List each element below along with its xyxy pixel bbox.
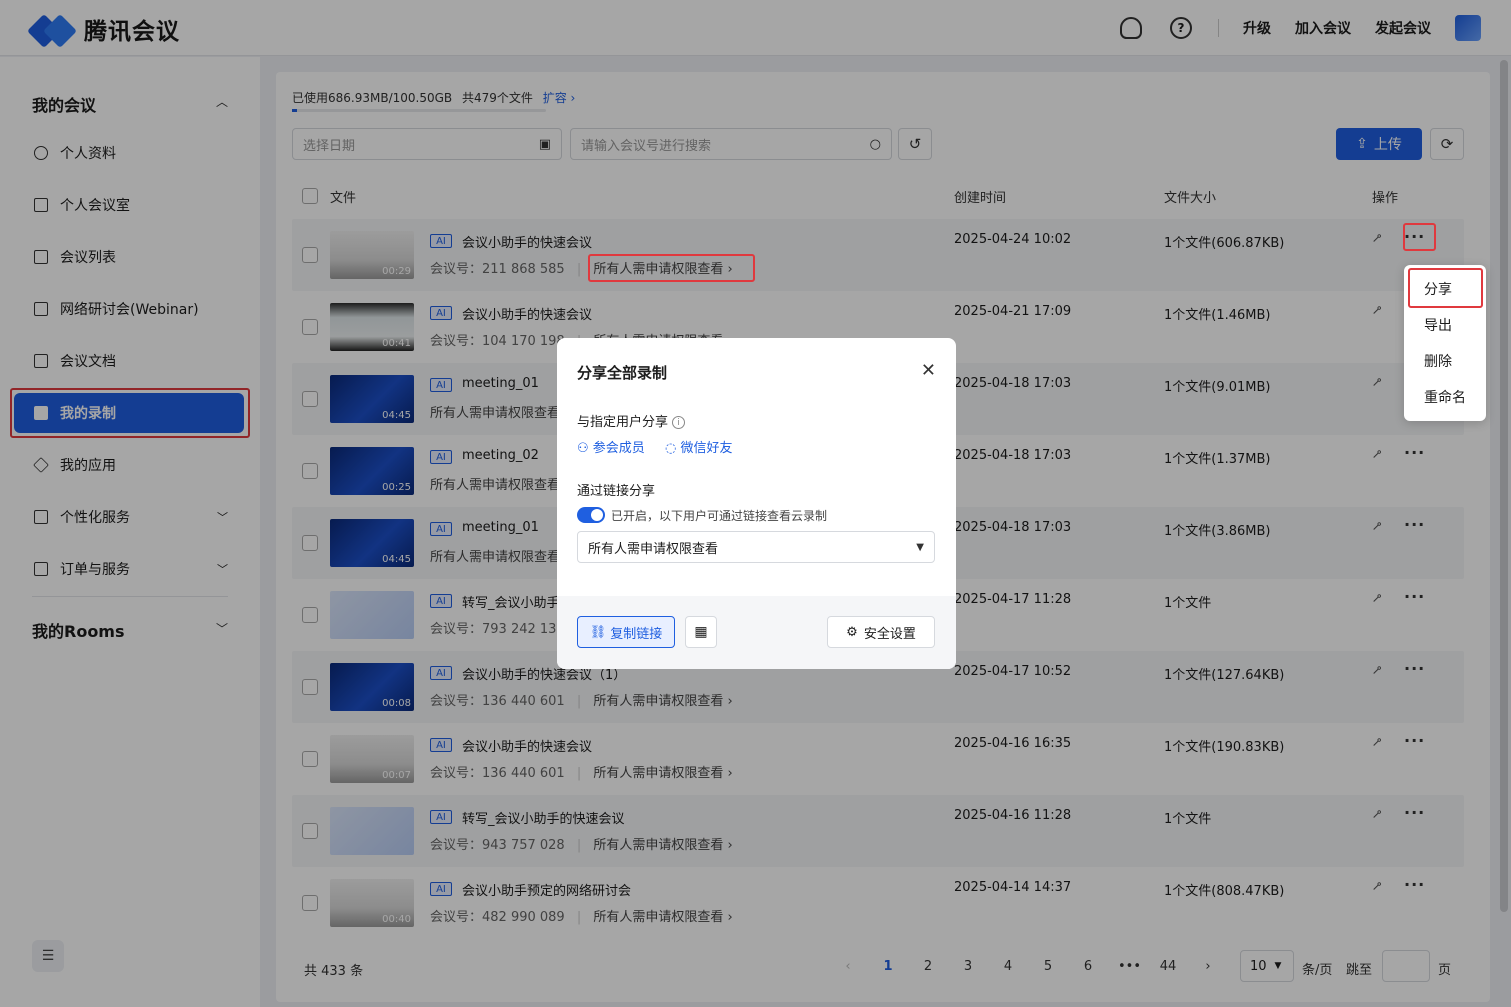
dialog-title: 分享全部录制	[577, 364, 668, 382]
toggle-knob	[591, 509, 603, 521]
close-icon[interactable]: ✕	[921, 360, 936, 381]
copy-link-label: 复制链接	[610, 626, 663, 642]
menu-item-rename[interactable]: 重命名	[1404, 379, 1486, 415]
qr-code-button[interactable]: ▦	[685, 616, 717, 648]
specific-share-label: 与指定用户分享	[577, 415, 669, 430]
info-icon[interactable]: i	[672, 416, 686, 429]
permission-select[interactable]: 所有人需申请权限查看 ▼	[577, 531, 935, 563]
gear-icon: ⚙	[846, 624, 858, 640]
wechat-label: 微信好友	[680, 441, 733, 456]
qr-code-icon: ▦	[694, 624, 708, 640]
copy-link-button[interactable]: ⛓ 复制链接	[577, 616, 675, 648]
participants-label: 参会成员	[592, 441, 645, 456]
security-settings-button[interactable]: ⚙ 安全设置	[827, 616, 935, 648]
menu-item-delete[interactable]: 删除	[1404, 343, 1486, 379]
menu-item-export[interactable]: 导出	[1404, 307, 1486, 343]
participants-link[interactable]: ⚇ 参会成员	[577, 437, 645, 456]
link-icon: ⛓	[589, 624, 607, 640]
user-icon: ⚇	[577, 441, 589, 456]
security-label: 安全设置	[863, 626, 916, 642]
permission-value: 所有人需申请权限查看	[588, 541, 719, 557]
share-dialog: 分享全部录制 ✕ 与指定用户分享 i ⚇ 参会成员 ◌ 微信好友 通过链接分享 已…	[557, 338, 956, 669]
specific-share-heading: 与指定用户分享 i	[577, 411, 686, 430]
wechat-link[interactable]: ◌ 微信好友	[665, 437, 733, 456]
toggle-label: 已开启，以下用户可通过链接查看云录制	[611, 509, 828, 523]
link-share-toggle[interactable]	[577, 507, 605, 523]
caret-down-icon: ▼	[916, 541, 924, 553]
menu-item-share[interactable]: 分享	[1404, 271, 1486, 307]
more-actions-menu: 分享 导出 删除 重命名	[1404, 265, 1486, 421]
wechat-icon: ◌	[665, 441, 677, 456]
dialog-footer: ⛓ 复制链接 ▦ ⚙ 安全设置	[557, 596, 956, 669]
link-share-heading: 通过链接分享	[577, 484, 656, 499]
